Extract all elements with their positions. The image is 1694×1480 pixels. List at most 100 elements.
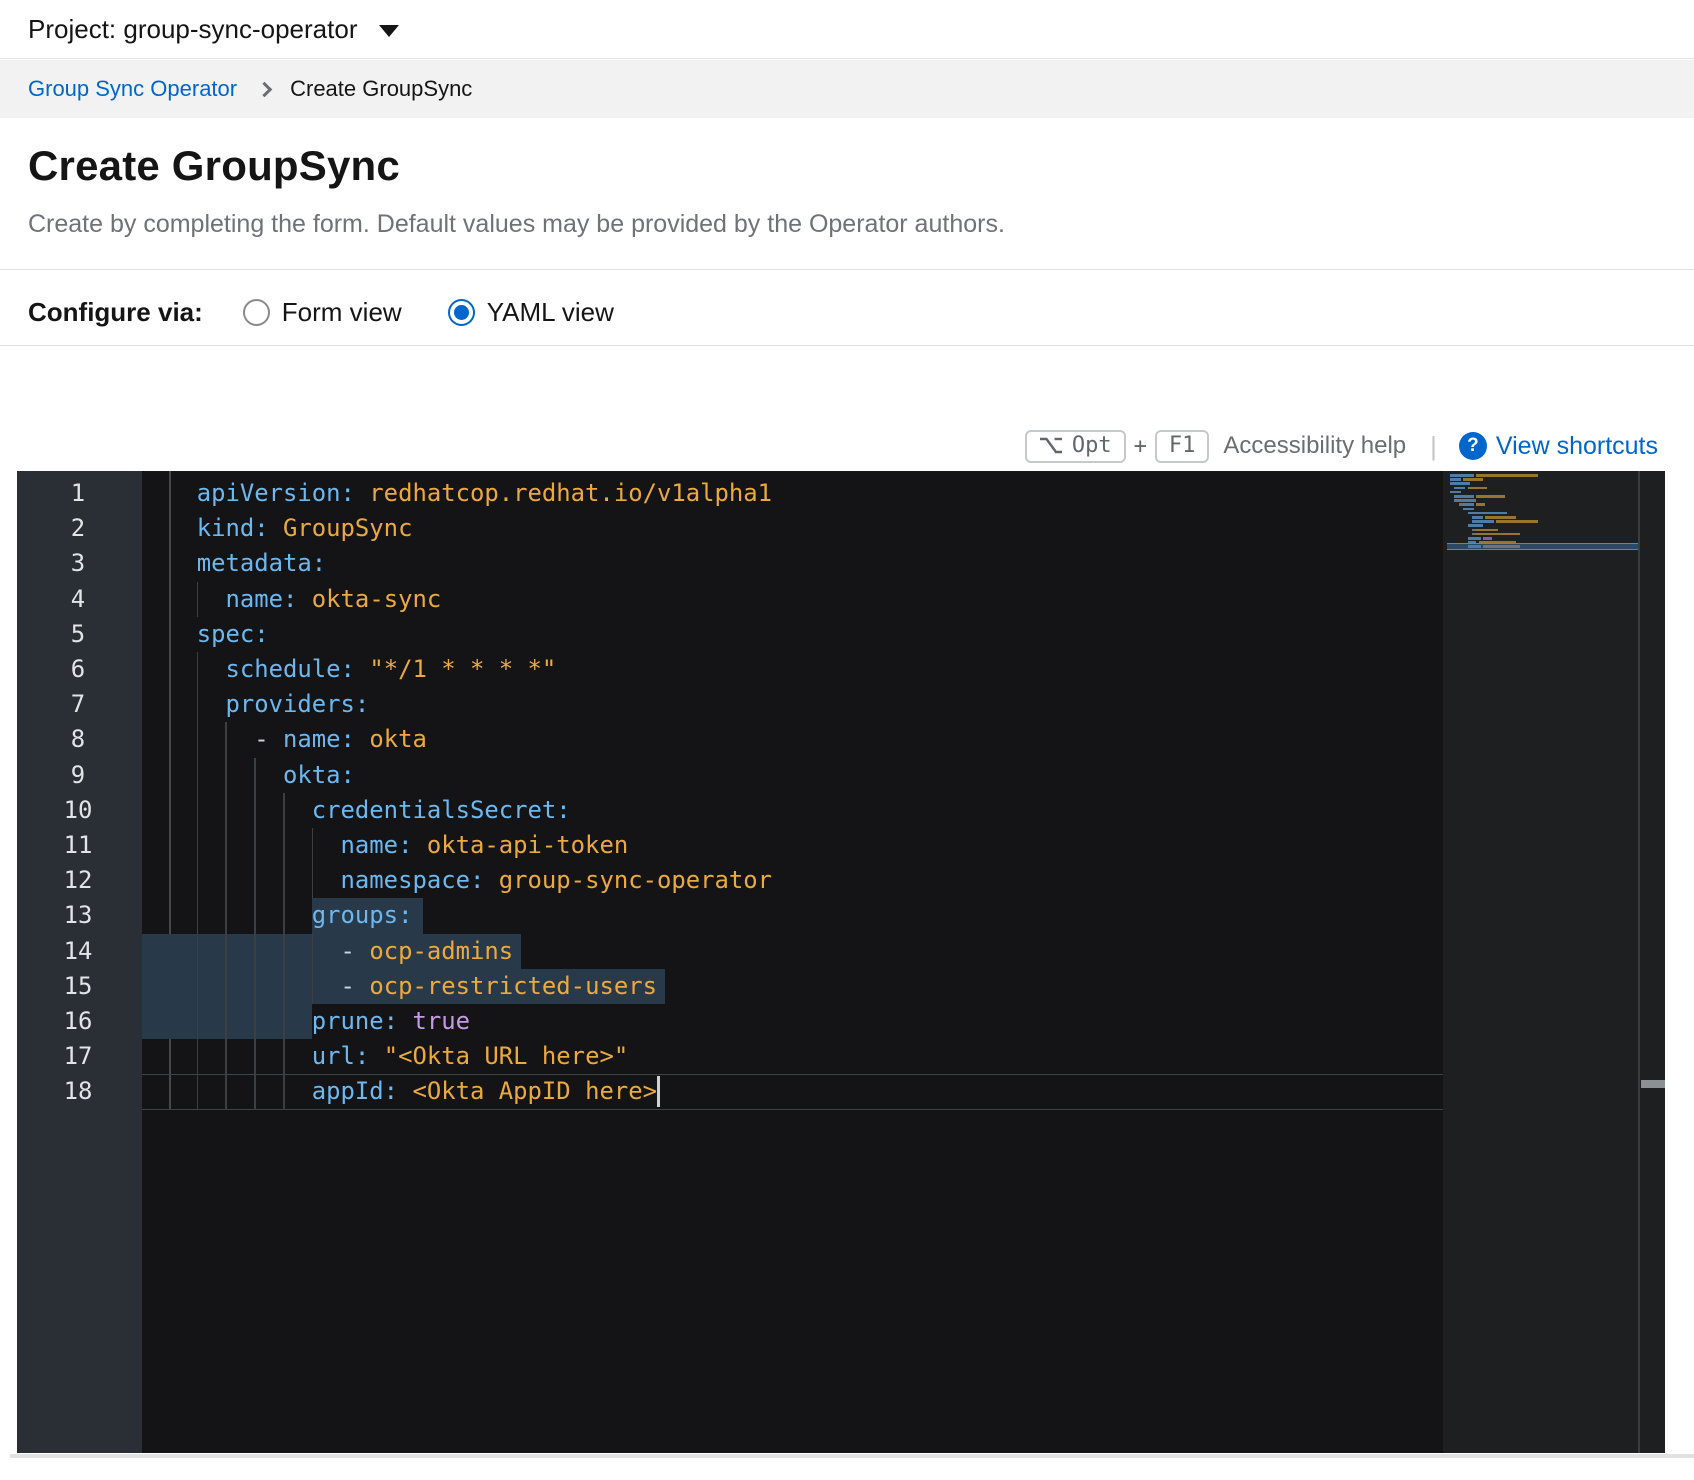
page-subtitle: Create by completing the form. Default v… [28, 210, 1005, 239]
minimap-line [1450, 533, 1650, 536]
code-line-10[interactable]: 10 credentialsSecret: [17, 793, 1443, 828]
code-line-4[interactable]: 4 name: okta-sync [17, 582, 1443, 617]
editor-minimap[interactable] [1443, 471, 1665, 1453]
code-text: url: "<Okta URL here>" [197, 1039, 629, 1074]
text-cursor [657, 1076, 660, 1107]
line-number: 6 [48, 652, 108, 687]
minimap-line [1450, 537, 1650, 540]
code-line-8[interactable]: 8 - name: okta [17, 722, 1443, 757]
overview-cursor-marker[interactable] [1641, 1080, 1665, 1088]
minimap-line [1450, 482, 1650, 485]
kbd-opt-label: Opt [1072, 433, 1112, 458]
page-title: Create GroupSync [28, 142, 400, 190]
breadcrumb-link-group-sync-operator[interactable]: Group Sync Operator [28, 76, 237, 102]
toolbar-divider: | [1430, 431, 1437, 462]
code-text: namespace: group-sync-operator [197, 863, 772, 898]
line-number: 8 [48, 722, 108, 757]
code-text: credentialsSecret: [197, 793, 571, 828]
editor-bottom-border [10, 1454, 1694, 1458]
line-number: 7 [48, 687, 108, 722]
minimap-line [1450, 474, 1650, 477]
code-line-13[interactable]: 13 groups: [17, 898, 1443, 933]
minimap-line [1450, 516, 1650, 519]
line-number: 13 [48, 898, 108, 933]
radio-form-view[interactable] [243, 299, 270, 326]
code-text: kind: GroupSync [197, 511, 413, 546]
line-number: 18 [48, 1074, 108, 1109]
code-text: groups: [197, 898, 413, 933]
minimap-line [1450, 524, 1650, 527]
code-line-18[interactable]: 18 appId: <Okta AppID here> [17, 1074, 1443, 1109]
code-line-6[interactable]: 6 schedule: "*/1 * * * *" [17, 652, 1443, 687]
code-text: name: okta-sync [197, 582, 442, 617]
line-number: 9 [48, 758, 108, 793]
minimap-line [1450, 487, 1650, 490]
editor-shortcuts-toolbar: Opt + F1 Accessibility help | ? View sho… [1025, 426, 1658, 466]
minimap-current-line [1447, 543, 1638, 550]
minimap-line [1450, 520, 1650, 523]
code-line-3[interactable]: 3 metadata: [17, 546, 1443, 581]
code-text: - ocp-admins [197, 934, 513, 969]
code-line-1[interactable]: 1 apiVersion: redhatcop.redhat.io/v1alpha… [17, 476, 1443, 511]
code-text: - ocp-restricted-users [197, 969, 657, 1004]
code-text: prune: true [197, 1004, 470, 1039]
code-line-2[interactable]: 2 kind: GroupSync [17, 511, 1443, 546]
code-text: schedule: "*/1 * * * *" [197, 652, 557, 687]
view-shortcuts-link[interactable]: View shortcuts [1496, 432, 1658, 461]
radio-yaml-view[interactable] [448, 299, 475, 326]
code-text: appId: <Okta AppID here> [197, 1074, 657, 1109]
divider [0, 269, 1694, 270]
minimap-line [1450, 495, 1650, 498]
question-circle-icon[interactable]: ? [1459, 432, 1487, 460]
line-number: 17 [48, 1039, 108, 1074]
kbd-f1-key: F1 [1155, 430, 1210, 463]
line-number: 14 [48, 934, 108, 969]
radio-selected-dot [454, 305, 469, 320]
project-selector-label: Project: group-sync-operator [28, 14, 357, 45]
project-selector[interactable]: Project: group-sync-operator [0, 0, 1694, 59]
breadcrumb-current: Create GroupSync [290, 76, 472, 102]
code-line-5[interactable]: 5 spec: [17, 617, 1443, 652]
code-text: providers: [197, 687, 370, 722]
line-number: 16 [48, 1004, 108, 1039]
code-line-11[interactable]: 11 name: okta-api-token [17, 828, 1443, 863]
kbd-f1-label: F1 [1169, 433, 1196, 458]
divider [0, 345, 1694, 346]
accessibility-help-label: Accessibility help [1223, 432, 1406, 460]
line-number: 2 [48, 511, 108, 546]
code-text: name: okta-api-token [197, 828, 629, 863]
line-number: 3 [48, 546, 108, 581]
line-number: 12 [48, 863, 108, 898]
configure-via-label: Configure via: [28, 297, 203, 328]
code-line-15[interactable]: 15 - ocp-restricted-users [17, 969, 1443, 1004]
radio-yaml-view-label[interactable]: YAML view [487, 297, 614, 328]
line-number: 11 [48, 828, 108, 863]
code-line-16[interactable]: 16 prune: true [17, 1004, 1443, 1039]
line-number: 1 [48, 476, 108, 511]
code-line-17[interactable]: 17 url: "<Okta URL here>" [17, 1039, 1443, 1074]
code-line-12[interactable]: 12 namespace: group-sync-operator [17, 863, 1443, 898]
minimap-line [1450, 499, 1650, 502]
option-key-icon [1039, 437, 1063, 454]
code-text: - name: okta [197, 722, 427, 757]
code-text: spec: [197, 617, 269, 652]
radio-form-view-label[interactable]: Form view [282, 297, 402, 328]
minimap-line [1450, 491, 1650, 494]
minimap-line [1450, 503, 1650, 506]
minimap-line [1450, 508, 1650, 511]
minimap-line [1450, 529, 1650, 532]
code-text: apiVersion: redhatcop.redhat.io/v1alpha1 [197, 476, 772, 511]
chevron-right-icon [257, 81, 273, 97]
code-text: okta: [197, 758, 355, 793]
code-line-7[interactable]: 7 providers: [17, 687, 1443, 722]
plus-text: + [1134, 434, 1147, 459]
page: Project: group-sync-operator Group Sync … [0, 0, 1694, 1480]
code-line-14[interactable]: 14 - ocp-admins [17, 934, 1443, 969]
configure-via-row: Configure via: Form view YAML view [28, 288, 614, 336]
code-line-9[interactable]: 9 okta: [17, 758, 1443, 793]
yaml-editor[interactable]: 1 apiVersion: redhatcop.redhat.io/v1alpha… [17, 471, 1665, 1453]
breadcrumb: Group Sync Operator Create GroupSync [0, 60, 1694, 118]
line-number: 5 [48, 617, 108, 652]
code-text: metadata: [197, 546, 326, 581]
line-number: 10 [48, 793, 108, 828]
